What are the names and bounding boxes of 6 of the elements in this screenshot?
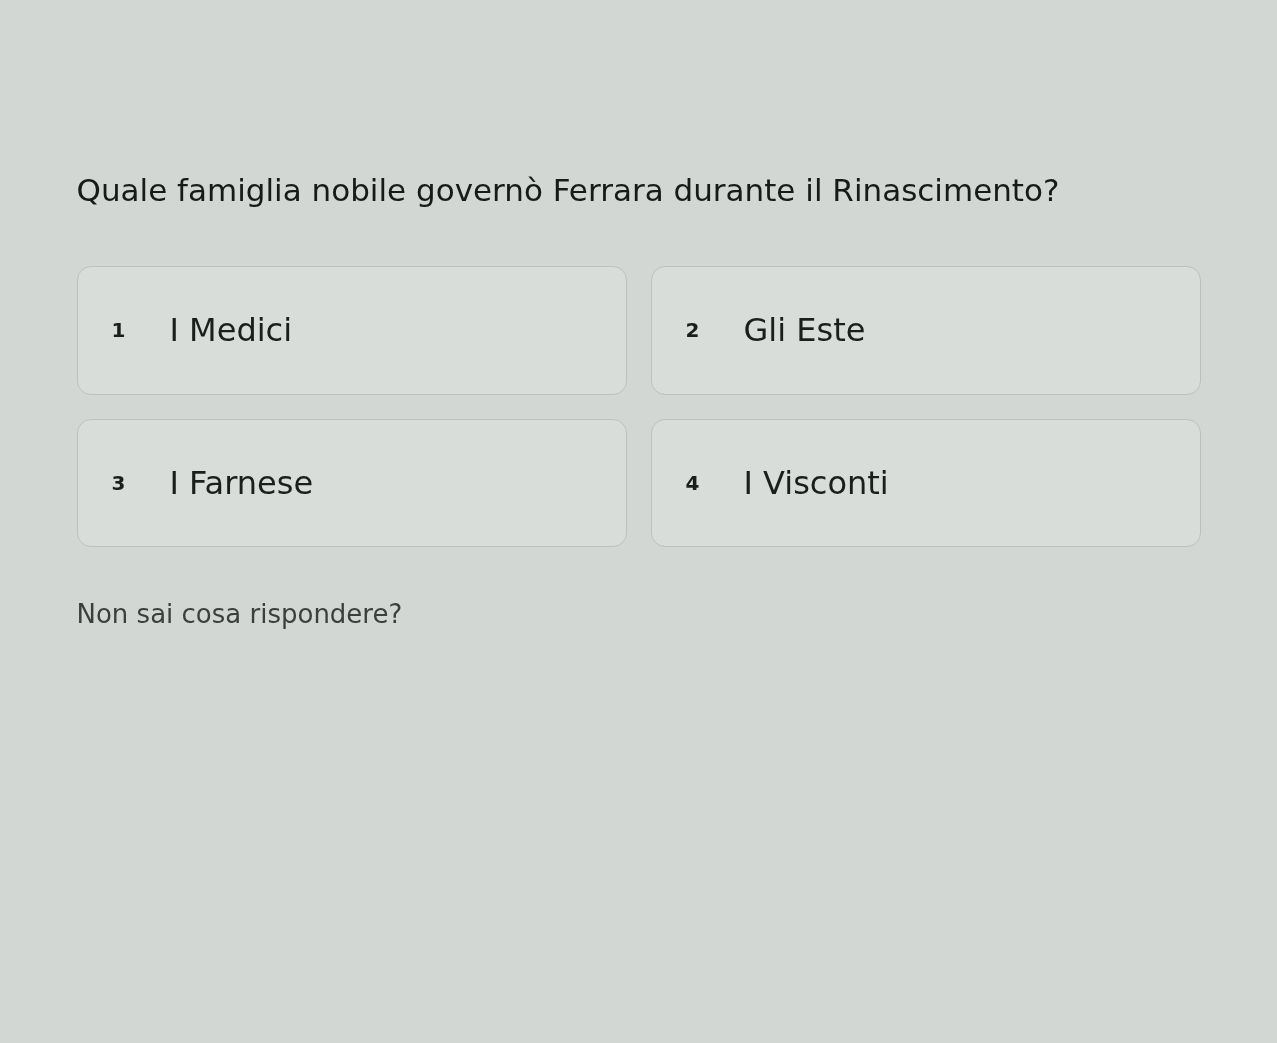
- answer-option[interactable]: 3 I Farnese: [76, 418, 627, 548]
- help-link[interactable]: Non sai cosa rispondere?: [76, 595, 403, 635]
- answer-option[interactable]: 2 Gli Este: [650, 266, 1201, 395]
- answer-option[interactable]: 4 I Visconti: [650, 418, 1201, 548]
- question-text: Quale famiglia nobile governò Ferrara durante il Rinascimento?: [76, 171, 1061, 210]
- answer-option[interactable]: 1 I Medici: [76, 266, 627, 395]
